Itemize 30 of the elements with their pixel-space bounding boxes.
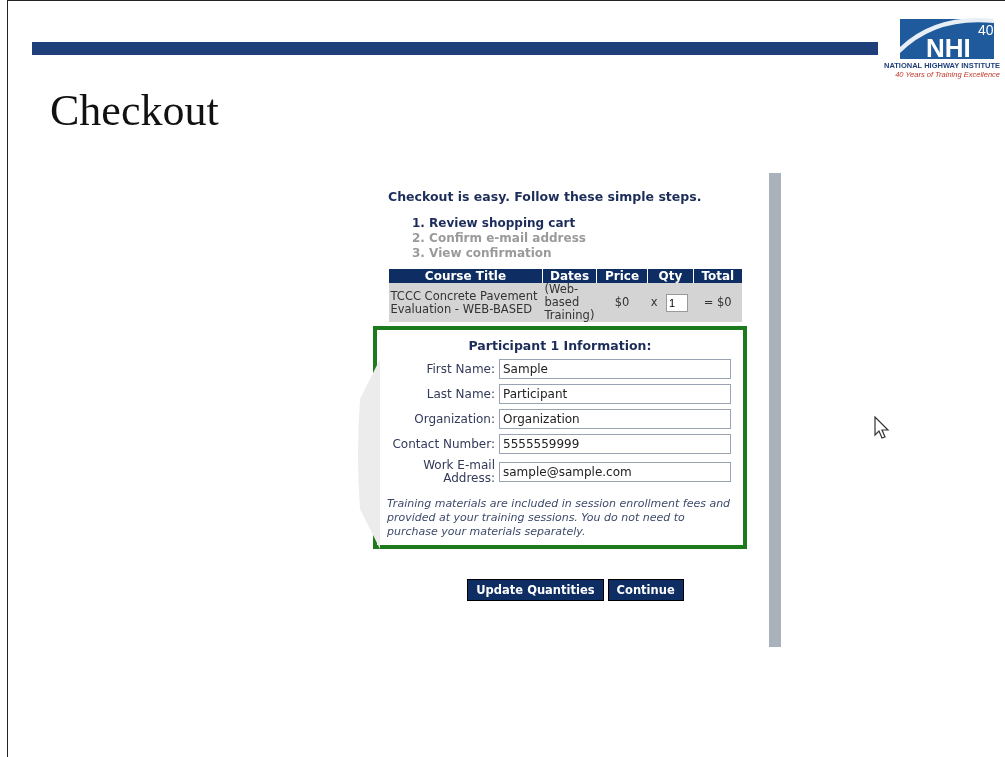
table-cell: $0 [596, 283, 648, 322]
column-header: Dates [542, 269, 597, 283]
step-item: 2. Confirm e-mail address [412, 231, 587, 246]
table-cell: (Web-based Training) [542, 283, 597, 322]
field-label: Contact Number: [391, 437, 495, 451]
mouse-cursor-icon [874, 416, 890, 440]
step-item: 1. Review shopping cart [412, 216, 577, 231]
field-label: Organization: [413, 412, 495, 426]
table-cell: = $0 [693, 283, 742, 322]
field-label: Work E-mail Address: [422, 459, 495, 485]
note-text: Training materials are included in session enrollment fees and provided at your training sessions. You do not need to purchase your materials separately. [387, 497, 732, 539]
field-label: First Name: [425, 362, 495, 376]
intro-text: Checkout is easy. Follow these simple steps. [388, 189, 703, 204]
input-field[interactable]: sample@sample.com [499, 462, 731, 482]
step-item: 3. View confirmation [412, 246, 553, 261]
form-button[interactable]: Update Quantities [467, 579, 604, 601]
field-label: Last Name: [425, 387, 495, 401]
column-header: Course Title [388, 269, 543, 283]
slide-title: Checkout [50, 85, 219, 137]
column-header: Qty [647, 269, 694, 283]
column-header: Total [693, 269, 742, 283]
input-field[interactable]: 5555559999 [499, 434, 731, 454]
input-field[interactable]: Sample [499, 359, 731, 379]
input-field[interactable]: Organization [499, 409, 731, 429]
panel-heading: Participant 1 Information: [467, 338, 653, 353]
quantity-field[interactable]: 1 [666, 293, 689, 312]
table-cell: TCCC Concrete Pavement Evaluation - WEB-BASED [388, 283, 543, 322]
form-button[interactable]: Continue [607, 579, 684, 601]
column-header: Price [596, 269, 648, 283]
input-field[interactable]: Participant [499, 384, 731, 404]
